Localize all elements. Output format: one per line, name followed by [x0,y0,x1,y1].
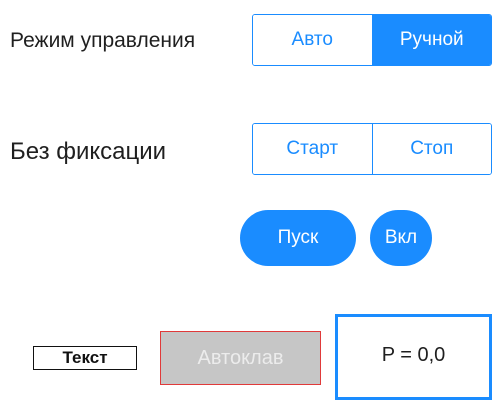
pusk-button[interactable]: Пуск [240,210,356,266]
control-mode-label: Режим управления [10,29,196,52]
mode-auto-button[interactable]: Авто [253,15,372,65]
text-label-box: Текст [33,346,137,370]
pressure-value-display: P = 0,0 [335,314,492,400]
fixation-segmented: Старт Стоп [252,123,492,175]
start-button[interactable]: Старт [253,124,372,174]
autoclave-button[interactable]: Автоклав [160,331,321,385]
fixation-label: Без фиксации [10,138,167,165]
vkl-button[interactable]: Вкл [370,210,432,266]
control-mode-segmented: Авто Ручной [252,14,492,66]
mode-manual-button[interactable]: Ручной [371,15,491,65]
stop-button[interactable]: Стоп [371,124,491,174]
